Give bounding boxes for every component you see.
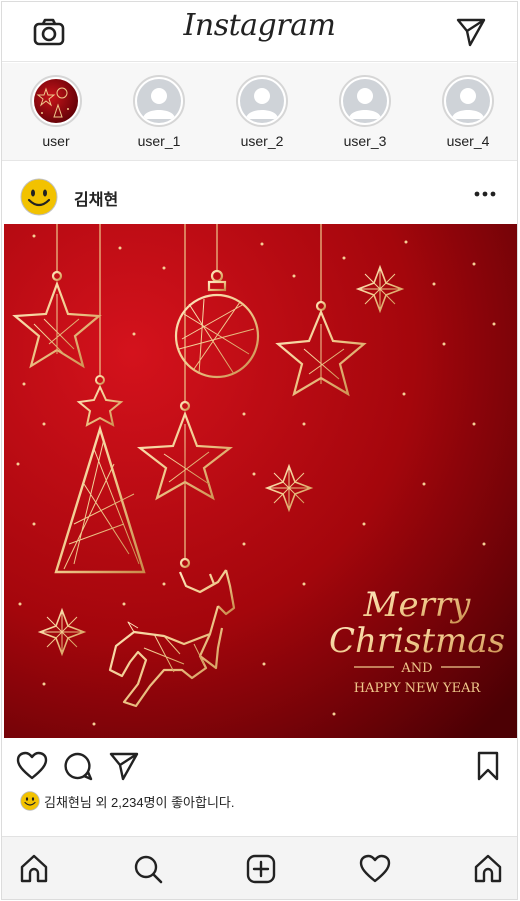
story-username: user_3 — [343, 133, 387, 149]
story-item[interactable]: user — [21, 75, 91, 149]
more-horizontal-icon[interactable] — [473, 184, 497, 204]
default-avatar-icon — [343, 79, 387, 123]
story-item[interactable]: user_4 — [433, 75, 503, 149]
home-icon[interactable] — [18, 853, 50, 885]
smiley-avatar-icon[interactable] — [20, 178, 58, 216]
post-author[interactable]: 김채현 — [74, 186, 118, 210]
story-item[interactable]: user_1 — [124, 75, 194, 149]
greeting-line4: HAPPY NEW YEAR — [354, 681, 482, 696]
greeting-line2: Christmas — [329, 621, 505, 661]
default-avatar-icon — [446, 79, 490, 123]
story-avatar[interactable] — [236, 75, 288, 127]
story-item[interactable]: user_2 — [227, 75, 297, 149]
send-icon[interactable] — [108, 750, 140, 782]
post-actions — [2, 744, 517, 788]
add-post-icon[interactable] — [245, 853, 277, 885]
story-username: user_2 — [240, 133, 284, 149]
christmas-card-image: Merry Christmas AND HAPPY NEW YEAR — [4, 224, 517, 738]
bookmark-icon[interactable] — [472, 750, 504, 782]
story-avatar[interactable] — [339, 75, 391, 127]
likes-text: 김채현님 외 2,234명이 좋아합니다. — [44, 794, 235, 810]
post-image[interactable]: Merry Christmas AND HAPPY NEW YEAR — [4, 224, 517, 738]
story-username: user_1 — [137, 133, 181, 149]
post-header: 김채현 — [2, 164, 517, 224]
story-username: user — [42, 133, 70, 149]
story-avatar[interactable] — [133, 75, 185, 127]
greeting-line3: AND — [400, 661, 432, 676]
top-header: Instagram — [2, 2, 517, 62]
instagram-logo[interactable]: Instagram — [2, 8, 517, 43]
search-icon[interactable] — [132, 853, 164, 885]
smiley-avatar-icon — [20, 791, 40, 811]
send-icon[interactable] — [455, 16, 487, 48]
stories-bar: user user_1 user_2 user_3 user_4 — [2, 63, 517, 161]
greeting-line1: Merry — [363, 585, 471, 625]
story-avatar[interactable] — [30, 75, 82, 127]
default-avatar-icon — [137, 79, 181, 123]
home-icon[interactable] — [472, 853, 504, 885]
heart-icon[interactable] — [359, 853, 391, 885]
story-username: user_4 — [446, 133, 490, 149]
bottom-navigation — [2, 836, 517, 899]
heart-icon[interactable] — [16, 750, 48, 782]
story-item[interactable]: user_3 — [330, 75, 400, 149]
likes-summary[interactable]: 김채현님 외 2,234명이 좋아합니다. — [20, 790, 235, 812]
comment-icon[interactable] — [62, 750, 94, 782]
story-avatar[interactable] — [442, 75, 494, 127]
app-frame: Instagram user user_1 user_2 user_3 user… — [1, 1, 518, 900]
christmas-thumbnail-icon — [34, 79, 78, 123]
default-avatar-icon — [240, 79, 284, 123]
